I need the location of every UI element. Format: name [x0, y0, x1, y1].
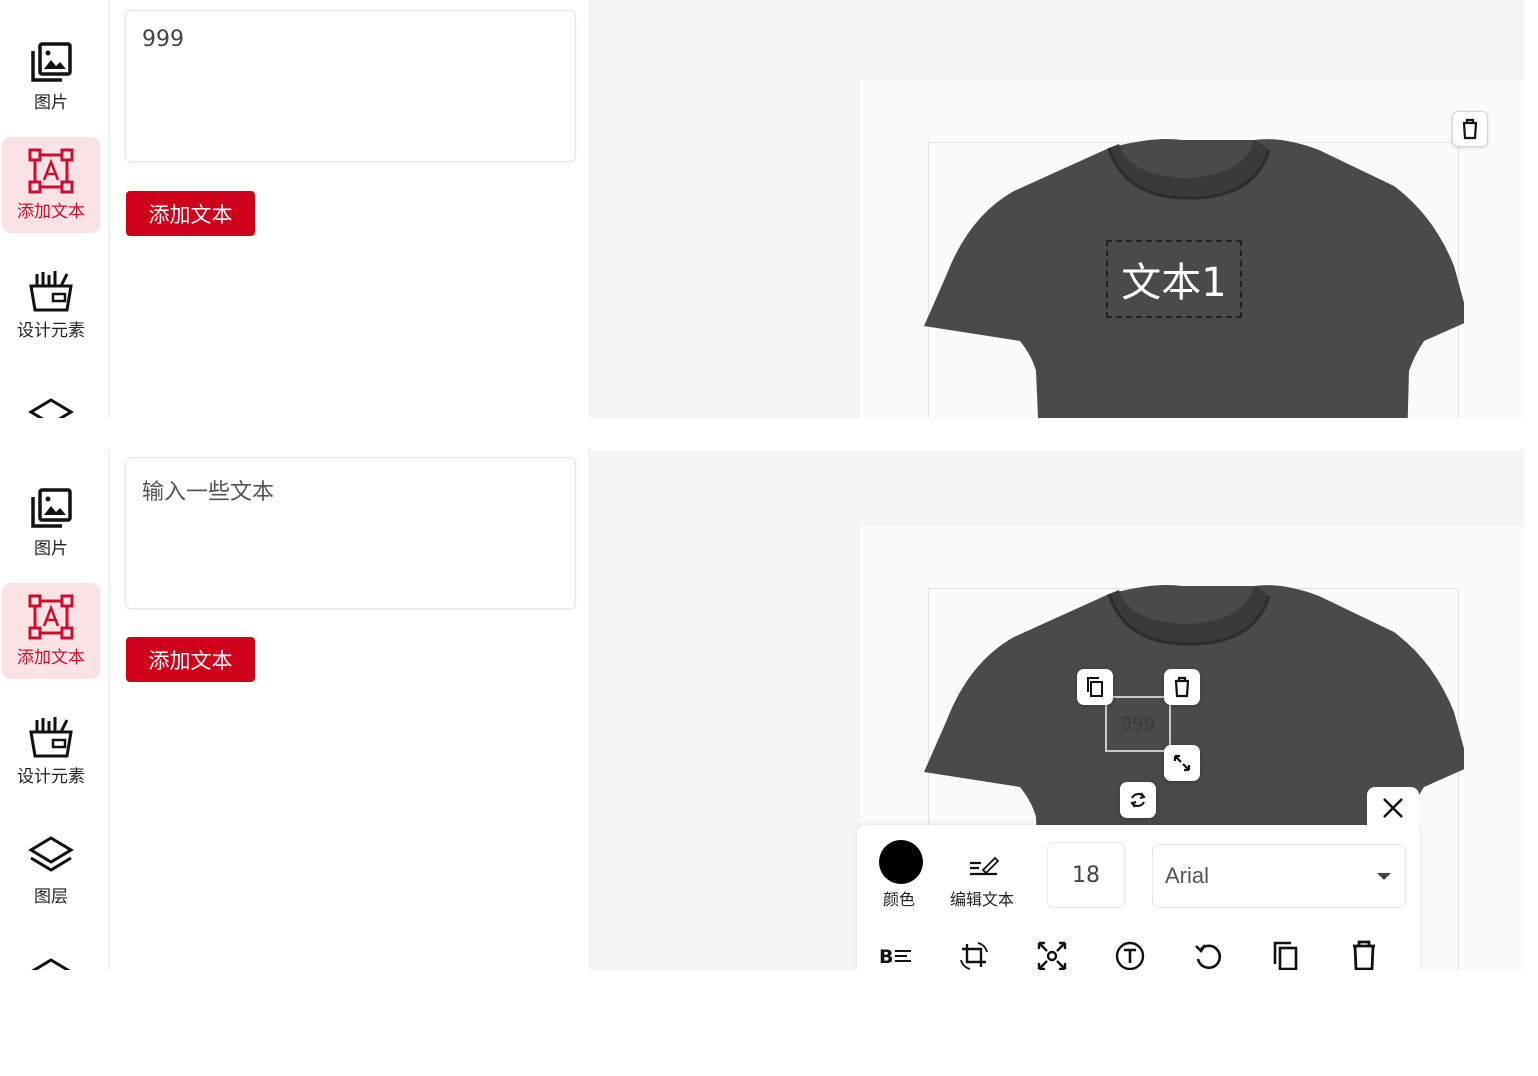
product-stage: 文本1 — [860, 80, 1524, 418]
center-button[interactable] — [1033, 937, 1071, 970]
rotate-icon — [1130, 792, 1146, 808]
sidebar-item-label: 设计元素 — [17, 767, 85, 787]
resize-icon — [1173, 754, 1191, 772]
svg-text:B: B — [879, 946, 893, 967]
trash-icon — [1462, 118, 1478, 140]
color-label: 颜色 — [883, 890, 916, 909]
sidebar-item-label: 图片 — [34, 93, 68, 113]
sidebar-item-label: 图片 — [34, 539, 68, 559]
sidebar-item-layers[interactable]: 图层 — [2, 822, 100, 918]
crop-rotate-button[interactable] — [955, 937, 993, 970]
sidebar-item-label: 添加文本 — [17, 648, 85, 668]
copy-icon — [1273, 941, 1298, 970]
center-focus-icon — [1037, 941, 1067, 970]
sidebar-item-add-text[interactable]: 添加文本 — [2, 583, 100, 679]
selected-text-content: 999 — [1120, 713, 1156, 735]
text-form: 输入一些文本 添加文本 — [110, 450, 590, 970]
sidebar-item-label: 图层 — [34, 887, 68, 907]
top-panel: 图片 添加文本 设计元素 999 添加文本 文本1 — [0, 0, 1538, 418]
delete-button[interactable] — [1345, 937, 1383, 970]
rotate-control[interactable] — [1120, 782, 1156, 818]
add-text-button[interactable]: 添加文本 — [126, 637, 255, 682]
duplicate-button[interactable] — [1267, 937, 1305, 970]
image-gallery-icon — [31, 42, 72, 82]
font-family-value: Arial — [1165, 863, 1210, 888]
sidebar-item-label: 设计元素 — [17, 321, 85, 341]
bottom-panel: 图片 添加文本 设计元素 图层 输入一些文本 添加文本 999 颜色 编辑文本 … — [0, 450, 1538, 970]
text-toolbar: 颜色 编辑文本 18 Arial B — [857, 787, 1420, 970]
sidebar-item-more[interactable] — [2, 940, 100, 970]
text-input-value: 999 — [142, 27, 184, 52]
sidebar-item-add-text[interactable]: 添加文本 — [2, 137, 100, 233]
trash-icon — [1174, 676, 1190, 698]
close-toolbar-button[interactable] — [1367, 787, 1419, 829]
design-elements-icon — [29, 717, 73, 758]
selected-text-object[interactable]: 999 — [1105, 696, 1171, 752]
design-elements-icon — [29, 271, 73, 312]
font-size-input[interactable]: 18 — [1047, 842, 1125, 908]
sidebar-item-label: 添加文本 — [17, 202, 85, 222]
layers-icon — [28, 398, 74, 418]
crop-rotate-icon — [960, 942, 988, 970]
sidebar-item-images[interactable]: 图片 — [2, 28, 100, 124]
canvas-text-content: 文本1 — [1121, 260, 1227, 306]
text-form: 999 添加文本 — [110, 0, 590, 418]
text-input-placeholder: 输入一些文本 — [142, 480, 275, 505]
add-text-button[interactable]: 添加文本 — [126, 191, 255, 236]
chevron-down-icon — [1377, 873, 1391, 880]
delete-button[interactable] — [1452, 111, 1488, 147]
delete-control[interactable] — [1164, 669, 1200, 705]
text-circle-icon — [1115, 941, 1145, 970]
stack-icon — [31, 958, 71, 970]
duplicate-control[interactable] — [1077, 669, 1113, 705]
bold-button[interactable]: B — [877, 937, 915, 970]
bold-align-icon: B — [879, 946, 911, 967]
sidebar-item-design-elements[interactable]: 设计元素 — [2, 702, 100, 798]
text-style-button[interactable] — [1111, 937, 1149, 970]
edit-text-icon — [970, 856, 999, 876]
edit-text-label: 编辑文本 — [950, 890, 1015, 909]
undo-icon — [1195, 944, 1222, 970]
design-canvas: 999 颜色 编辑文本 18 Arial B — [591, 450, 1524, 970]
design-canvas: 文本1 — [591, 0, 1524, 418]
layers-icon — [28, 836, 74, 872]
sidebar-item-design-elements[interactable]: 设计元素 — [2, 256, 100, 352]
canvas-text-object[interactable]: 文本1 — [1106, 240, 1242, 318]
trash-icon — [1353, 940, 1375, 970]
sidebar-item-layers[interactable] — [2, 384, 100, 418]
copy-icon — [1087, 677, 1103, 697]
sidebar-item-images[interactable]: 图片 — [2, 474, 100, 570]
resize-control[interactable] — [1164, 745, 1200, 781]
color-swatch[interactable] — [879, 840, 923, 884]
image-gallery-icon — [31, 488, 72, 528]
sidebar: 图片 添加文本 设计元素 — [0, 0, 110, 418]
add-text-icon — [28, 148, 74, 194]
close-icon — [1383, 798, 1403, 818]
add-text-icon — [28, 594, 74, 640]
reset-button[interactable] — [1189, 937, 1227, 970]
edit-text-button[interactable] — [965, 847, 1003, 885]
text-input[interactable]: 输入一些文本 — [125, 457, 576, 609]
text-input[interactable]: 999 — [125, 10, 576, 162]
font-family-select[interactable]: Arial — [1152, 844, 1406, 908]
sidebar: 图片 添加文本 设计元素 — [0, 450, 110, 970]
